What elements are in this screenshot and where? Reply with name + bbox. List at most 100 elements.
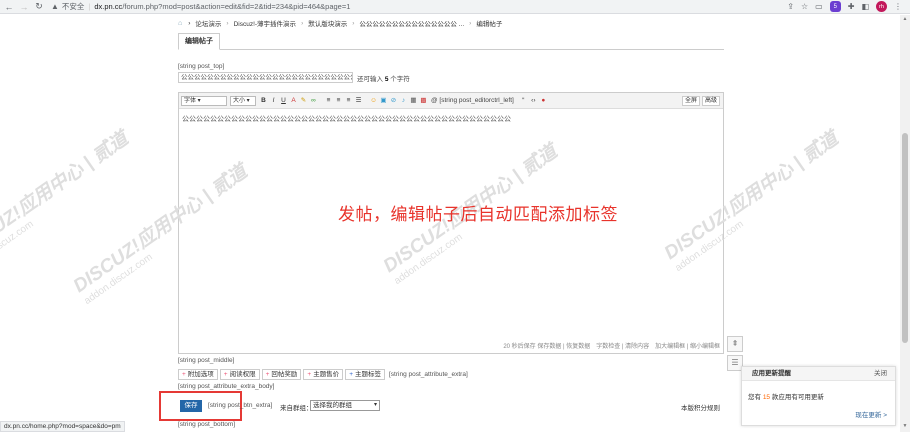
bold-icon[interactable]: B [259,96,268,106]
update-notice: 应用更新提醒 关闭 您有 15 款应用有可用更新 现在更新 > [741,366,896,426]
address-bar[interactable]: ▲ 不安全 | dx.pn.cc /forum.php?mod=post&act… [51,1,350,12]
align-center-icon[interactable]: ≡ [334,96,343,106]
code-icon[interactable]: ‹› [529,96,538,106]
quote-icon[interactable]: “ [519,96,528,106]
attr-tab-label: 阅读权限 [229,371,256,378]
align-right-icon[interactable]: ≡ [344,96,353,106]
size-select[interactable]: 大小 ▾ [230,95,256,106]
profile-avatar[interactable]: rh [876,1,887,12]
reload-icon[interactable]: ↻ [33,1,45,13]
update-now-link[interactable]: 现在更新 > [855,409,887,419]
plus-icon: + [223,371,228,378]
credit-rule-link[interactable]: 本版积分规则 [681,402,720,412]
notice-body-suffix: 款应用有可用更新 [771,394,824,401]
side-panel-icon[interactable]: ◧ [861,2,869,11]
breadcrumb-current: 编辑帖子 [476,21,503,28]
list-icon[interactable]: ☰ [354,96,363,106]
scroll-up-icon[interactable]: ▲ [901,16,909,24]
watermark-brand: DISCUZ!应用中心 | 贰道 [69,161,252,298]
tab-edit-post[interactable]: 编辑帖子 [178,33,220,50]
watermark-sub: addon.discuz.com [0,218,36,274]
video-icon[interactable]: ▦ [409,96,418,106]
link-icon[interactable]: ∞ [309,96,318,106]
notice-count: 15 [762,394,771,401]
italic-icon[interactable]: I [269,96,278,106]
scroll-down-icon[interactable]: ▼ [901,423,909,431]
browser-toolbar: ← → ↻ ▲ 不安全 | dx.pn.cc /forum.php?mod=po… [0,0,910,14]
browser-actions: ⇪ ☆ ▭ 5 ✚ ◧ rh ⋮ [787,1,902,12]
group-label: 来自群组： [280,405,313,412]
subject-input[interactable]: 公公公公公公公公公公公公公公公公公公公公公公公公公公公公 [178,72,353,83]
watermark: DISCUZ!应用中心 | 贰道 addon.discuz.com [67,157,258,307]
url-path: /forum.php?mod=post&action=edit&fid=2&ti… [122,2,351,11]
cast-icon[interactable]: ▭ [815,2,823,11]
toolbar-right: 全屏 高级 [681,96,720,106]
music-icon[interactable]: ♪ [399,96,408,106]
notice-body: 您有 15 款应用有可用更新 [742,381,895,401]
attr-tab-thread-price[interactable]: + 主题售价 [303,369,344,380]
editor-toolbar: 字体 ▾ 大小 ▾ B I U A ✎ ∞ ≡ ≡ ≡ ☰ ☺ ▣ ⊘ ♪ ▦ … [179,93,723,109]
attr-tab-label: 回帖奖励 [271,371,298,378]
plus-icon: + [182,371,186,378]
extensions-puzzle-icon[interactable]: ✚ [848,2,855,11]
insecure-label: 不安全 [61,2,85,11]
breadcrumb-item[interactable]: 默认版块演示 [308,18,347,28]
flash-icon[interactable]: ▩ [419,96,428,106]
attr-tab-thread-tags[interactable]: + 主题标签 [345,369,385,380]
underline-icon[interactable]: U [279,96,288,106]
watermark-brand: DISCUZ!应用中心 | 贰道 [0,128,133,265]
fullscreen-button[interactable]: 全屏 [681,96,700,106]
plus-icon: + [349,371,353,378]
star-icon[interactable]: ☆ [801,2,808,11]
back-to-top-icon[interactable]: ⇞ [727,336,743,352]
notice-title: 应用更新提醒 [752,370,791,377]
text-color-icon[interactable]: A [289,96,298,106]
advanced-button[interactable]: 高级 [701,96,720,106]
back-arrow-icon[interactable]: ← [3,1,15,13]
plus-icon: + [265,371,270,378]
hint-prefix: 还可输入 [357,76,383,83]
image-icon[interactable]: ▣ [379,96,388,106]
notice-header: 应用更新提醒 关闭 [742,367,895,381]
scroll-thumb[interactable] [902,133,908,343]
align-left-icon[interactable]: ≡ [324,96,333,106]
extension-badge-icon[interactable]: 5 [829,1,841,12]
status-bar-url: dx.pn.cc/home.php?mod=space&do=pm [0,421,125,432]
breadcrumb-item[interactable]: Discuz!-薄宇插件演示 [234,18,296,28]
plus-icon: + [307,371,312,378]
attr-tab-reply-reward[interactable]: + 回帖奖励 [261,369,302,380]
breadcrumb-item[interactable]: 公公公公公公公公公公公公公公公 ... [359,18,464,28]
editor-status: 20 秒后保存 保存数据 | 恢复数据 字数检查 | 清除内容 加大编辑框 | … [503,344,720,350]
hook-attribute-extra: [string post_attribute_extra] [388,371,468,378]
group-select[interactable]: 选择我的群组 [310,400,380,411]
more-plugin-icon[interactable]: ● [539,96,548,106]
share-icon[interactable]: ⇪ [787,2,794,11]
attr-tab-extra-options[interactable]: + 附加选项 [178,369,218,380]
background-color-icon[interactable]: ✎ [299,96,308,106]
hook-post-middle: [string post_middle] [178,357,235,364]
forward-arrow-icon[interactable]: → [18,1,30,13]
warning-icon: ▲ [51,2,59,11]
page-scrollbar[interactable]: ▲ ▼ [900,15,910,432]
watermark: DISCUZ!应用中心 | 贰道 addon.discuz.com [0,124,139,274]
hook-post-bottom: [string post_bottom] [178,421,236,428]
breadcrumb-item[interactable]: 论坛演示 [195,18,221,28]
notice-close-button[interactable]: 关闭 [874,367,887,381]
smiley-icon[interactable]: ☺ [369,96,378,106]
hint-count: 5 [384,76,389,83]
breadcrumb-sep: › [301,19,304,27]
attr-tab-label: 主题标签 [354,371,381,378]
attr-tab-read-permission[interactable]: + 阅读权限 [219,369,260,380]
breadcrumb-sep: › [352,19,355,27]
attr-tab-label: 主题售价 [313,371,340,378]
breadcrumb-sep: › [188,19,191,27]
font-select-label: 字体 [184,97,197,104]
home-icon[interactable]: ⌂ [178,20,182,27]
attachment-icon[interactable]: ⊘ [389,96,398,106]
hook-attribute-extra-body: [string post_attribute_extra_body] [178,383,275,390]
editor-textarea[interactable]: 公公公公公公公公公公公公公公公公公公公公公公公公公公公公公公公公公公公公公公公公… [182,114,511,124]
tab-bar: 编辑帖子 [178,33,724,50]
font-select[interactable]: 字体 ▾ [181,95,227,106]
hint-suffix: 个字符 [390,76,410,83]
menu-kebab-icon[interactable]: ⋮ [894,2,902,11]
